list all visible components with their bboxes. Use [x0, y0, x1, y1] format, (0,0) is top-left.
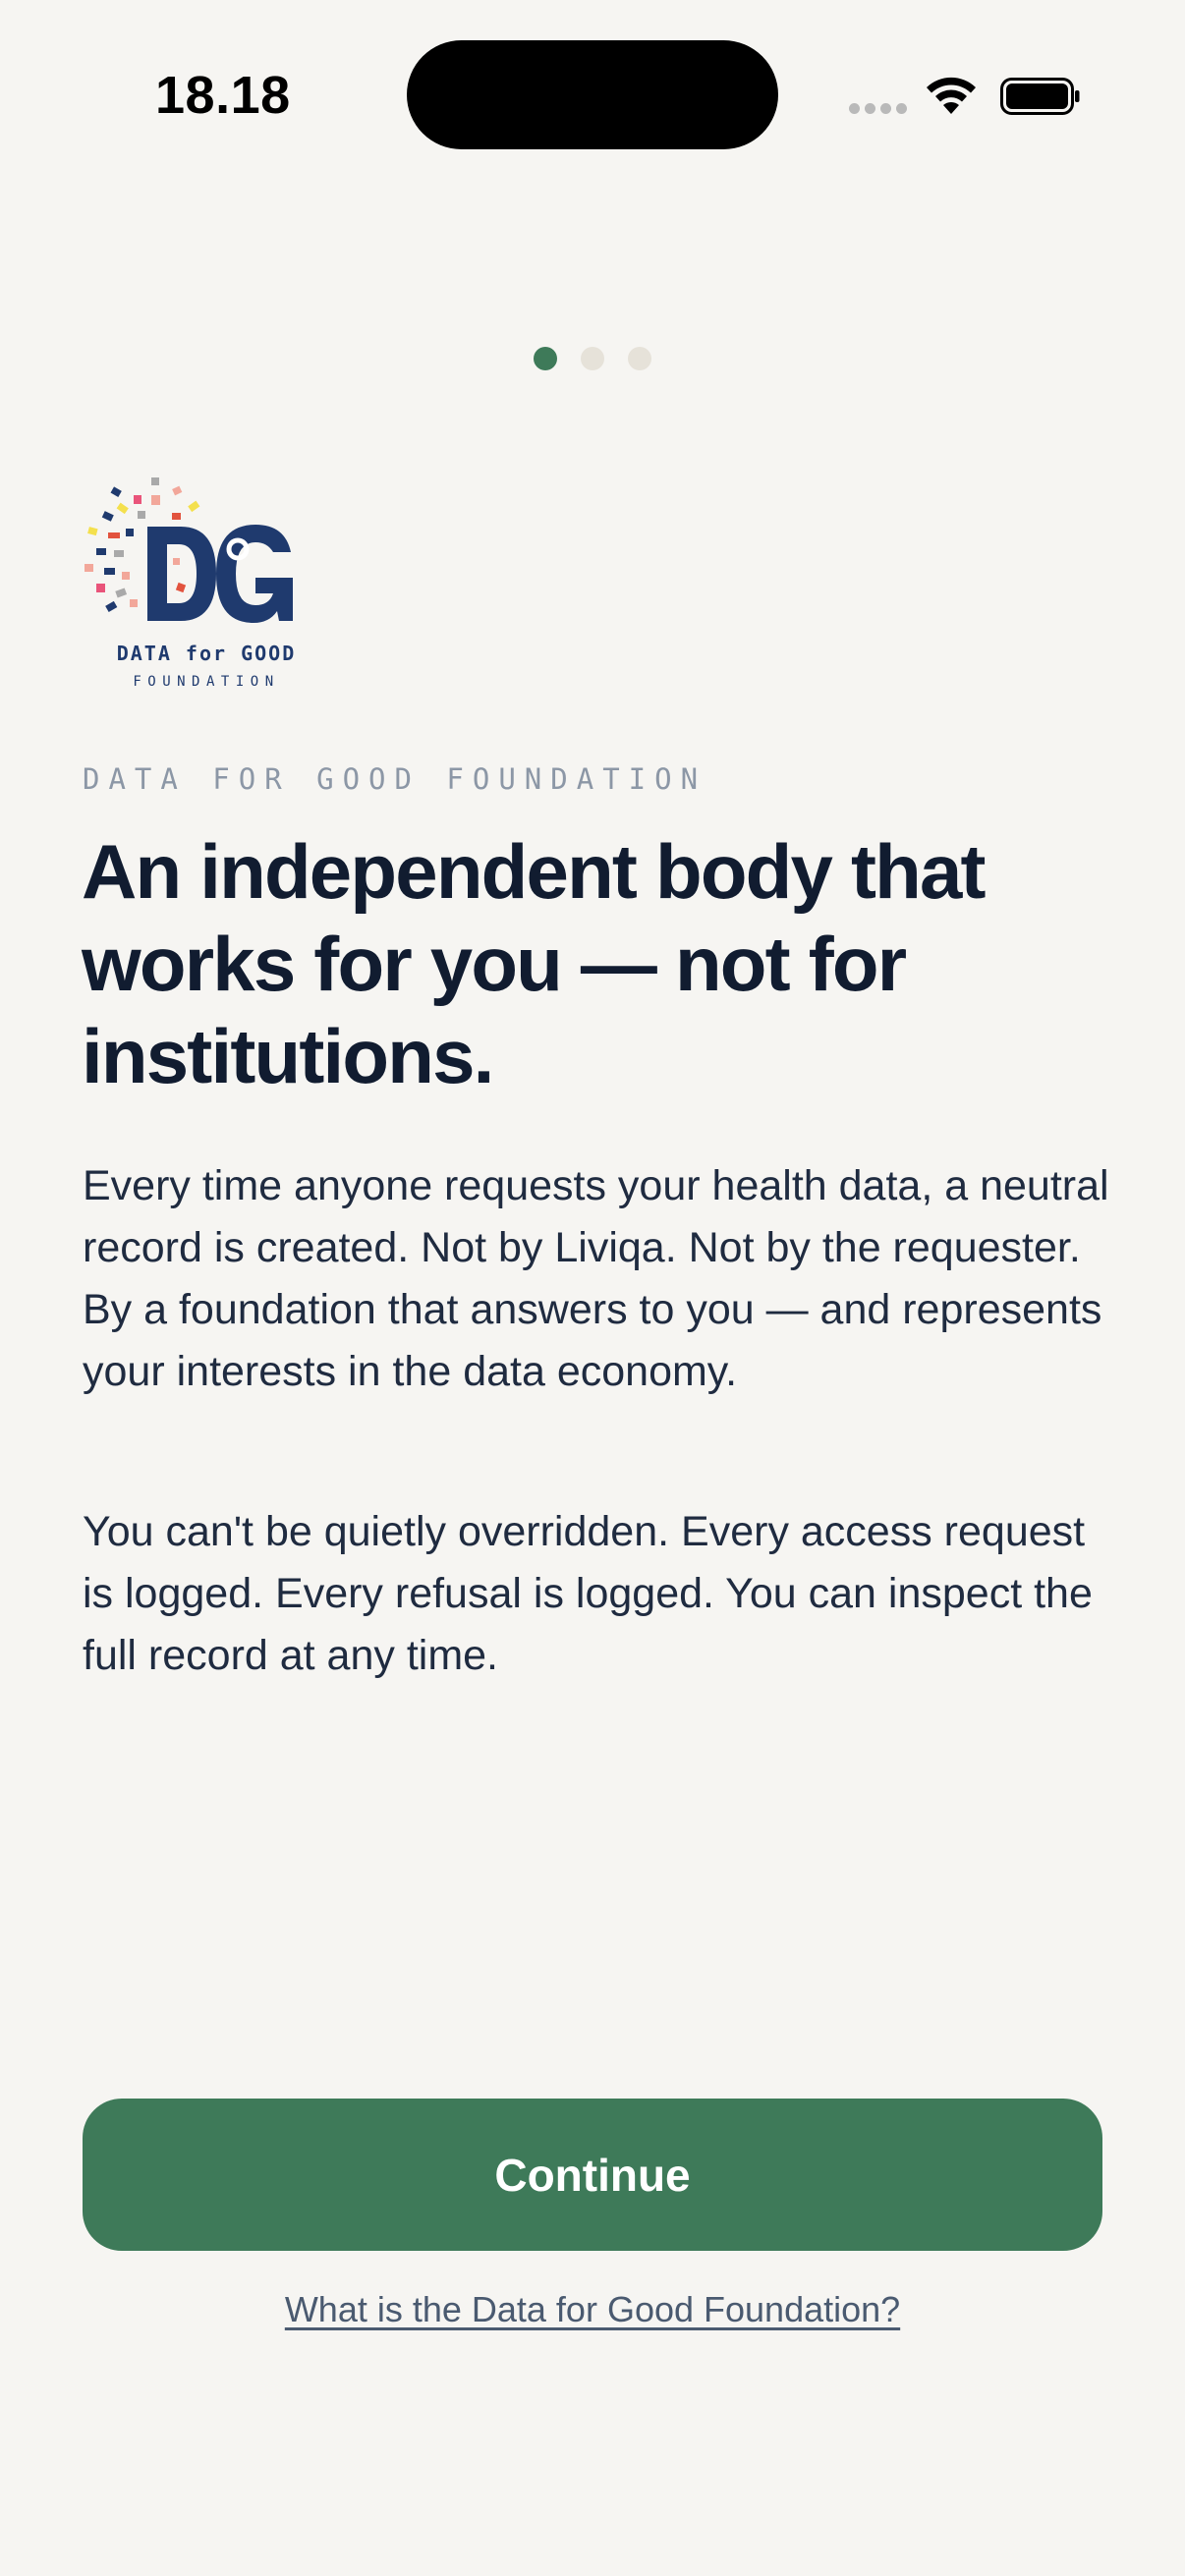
headline: An independent body that works for you —…: [82, 828, 987, 1099]
dynamic-island: [407, 40, 778, 149]
data-for-good-foundation-logo: DATA for GOOD FOUNDATION: [85, 477, 297, 690]
body-paragraph-2: You can't be quietly overridden. Every a…: [83, 1508, 1093, 1679]
logo-line1: DATA for GOOD: [117, 642, 297, 665]
status-bar: 18.18: [0, 0, 1185, 196]
logo-line2: FOUNDATION: [133, 674, 279, 690]
continue-button[interactable]: Continue: [83, 2099, 1102, 2251]
cellular-signal-icon: [849, 103, 907, 114]
battery-icon: [1000, 78, 1080, 115]
page-dot-3: [628, 347, 651, 370]
page-dot-1: [534, 347, 557, 370]
wifi-icon: [927, 77, 976, 114]
status-time: 18.18: [155, 66, 291, 125]
logo-confetti: [85, 477, 200, 612]
body-paragraph-1: Every time anyone requests your health d…: [83, 1162, 1109, 1395]
page-indicator: [0, 347, 1185, 370]
foundation-info-link[interactable]: What is the Data for Good Foundation?: [0, 2289, 1185, 2330]
eyebrow-label: DATA FOR GOOD FOUNDATION: [83, 762, 707, 796]
page-dot-2: [581, 347, 604, 370]
